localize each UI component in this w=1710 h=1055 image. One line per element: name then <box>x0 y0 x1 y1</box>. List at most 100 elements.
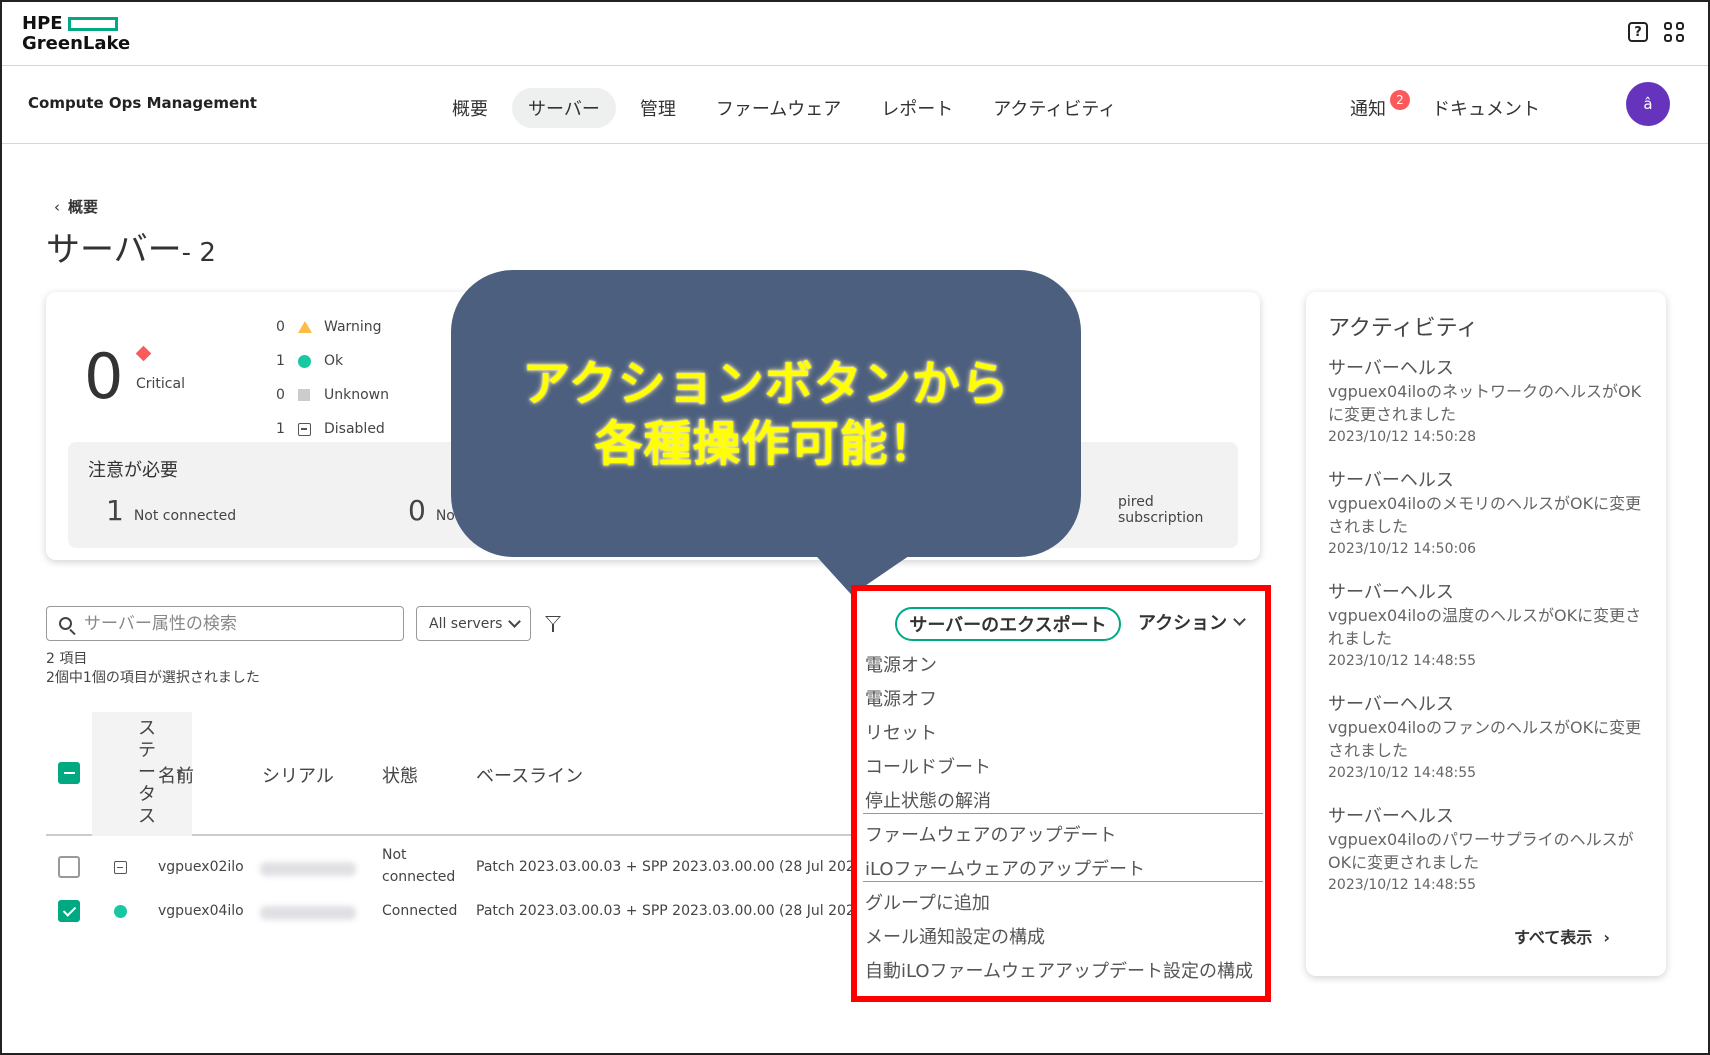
row-checkbox[interactable] <box>58 900 80 922</box>
attention-item-2[interactable]: 0 No <box>408 494 455 527</box>
menu-item-cold-boot[interactable]: コールドブート <box>865 753 991 779</box>
actions-dropdown-button[interactable]: アクション <box>1138 609 1246 635</box>
serial-redacted <box>260 862 356 876</box>
attention-not-connected[interactable]: 1 Not connected <box>106 494 236 527</box>
activity-panel: アクティビティ サーバーヘルス vgpuex04iloのネットワークのヘルスがO… <box>1306 292 1666 976</box>
user-avatar[interactable]: â <box>1626 82 1670 126</box>
status-count: 1 <box>276 353 285 369</box>
attention-label: pired subscription <box>1118 494 1204 526</box>
status-disabled[interactable]: 1 Disabled <box>276 412 389 446</box>
page-title: サーバー- 2 <box>46 222 216 271</box>
back-link[interactable]: ‹ 概要 <box>54 196 98 217</box>
row-checkbox[interactable] <box>58 856 80 878</box>
status-count: 0 <box>276 387 285 403</box>
status-unknown[interactable]: 0 Unknown <box>276 378 389 412</box>
activity-entry[interactable]: サーバーヘルス vgpuex04iloのパワーサプライのヘルスが OKに変更され… <box>1328 806 1648 896</box>
help-icon[interactable]: ? <box>1628 22 1648 42</box>
search-input[interactable] <box>84 613 384 634</box>
logo-line2: GreenLake <box>22 33 131 54</box>
search-box <box>46 606 404 641</box>
menu-item-reset[interactable]: リセット <box>865 719 937 745</box>
menu-item-add-to-group[interactable]: グループに追加 <box>865 889 990 915</box>
activity-entry[interactable]: サーバーヘルス vgpuex04iloの温度のヘルスがOKに変更さ れました 2… <box>1328 582 1648 672</box>
activity-entry[interactable]: サーバーヘルス vgpuex04iloのメモリのヘルスがOKに変更 されました … <box>1328 470 1648 560</box>
activity-timestamp: 2023/10/12 14:48:55 <box>1328 653 1477 669</box>
menu-item-power-off[interactable]: 電源オフ <box>865 685 937 711</box>
server-filter-select[interactable]: All servers <box>416 606 531 641</box>
serial-redacted <box>260 906 356 920</box>
critical-label: Critical <box>136 376 185 392</box>
activity-desc: vgpuex04iloのネットワークのヘルスがOK <box>1328 382 1642 401</box>
search-icon <box>59 617 72 630</box>
callout-line-1: アクションボタンから <box>522 355 1010 412</box>
column-header-baseline[interactable]: ベースライン <box>476 762 583 788</box>
activity-timestamp: 2023/10/12 14:48:55 <box>1328 765 1477 781</box>
status-count: 0 <box>276 319 285 335</box>
top-bar: HPE GreenLake ? <box>0 0 1710 66</box>
filter-icon-stem <box>552 624 554 632</box>
select-all-checkbox[interactable] <box>58 762 80 784</box>
logo-rectangle-icon <box>68 17 118 31</box>
export-servers-button[interactable]: サーバーのエクスポート <box>895 607 1121 641</box>
activity-desc: されました <box>1328 517 1409 536</box>
nav-tab-servers[interactable]: サーバー <box>512 88 616 128</box>
status-list: 0 Warning 1 Ok 0 Unknown 1 Disabled <box>276 310 389 446</box>
activity-timestamp: 2023/10/12 14:50:28 <box>1328 429 1477 445</box>
menu-separator <box>863 813 1263 814</box>
app-name[interactable]: Compute Ops Management <box>28 94 257 112</box>
notifications-badge: 2 <box>1390 90 1410 110</box>
menu-item-update-ilo-firmware[interactable]: iLOファームウェアのアップデート <box>865 855 1145 881</box>
documents-link[interactable]: ドキュメント <box>1432 95 1540 121</box>
column-header-name[interactable]: 名前 <box>158 762 194 788</box>
hpe-greenlake-logo[interactable]: HPE GreenLake <box>22 14 130 54</box>
nav-tab-overview[interactable]: 概要 <box>436 88 504 128</box>
attention-label: Not connected <box>133 508 237 524</box>
nav-tab-reports[interactable]: レポート <box>865 88 969 128</box>
status-ok[interactable]: 1 Ok <box>276 344 389 378</box>
status-label: Ok <box>324 353 344 369</box>
filter-value: All servers <box>429 615 503 632</box>
table-row[interactable]: vgpuex02ilo Not connected Patch 2023.03.… <box>46 846 852 890</box>
server-name[interactable]: vgpuex04ilo <box>158 903 244 919</box>
status-header-text: ス テ ー タ ス <box>138 718 156 827</box>
chevron-left-icon: ‹ <box>54 198 60 216</box>
nav-tab-manage[interactable]: 管理 <box>624 88 692 128</box>
show-all-label: すべて表示 <box>1514 928 1593 947</box>
notifications-label: 通知 <box>1350 99 1386 120</box>
server-state: Connected <box>382 903 458 919</box>
attention-count: 0 <box>408 494 426 527</box>
nav-tab-activity[interactable]: アクティビティ <box>977 88 1132 128</box>
menu-item-auto-ilo-update[interactable]: 自動iLOファームウェアアップデート設定の構成 <box>865 957 1253 983</box>
menu-item-power-on[interactable]: 電源オン <box>865 651 937 677</box>
item-count: 2 項目 2個中1個の項目が選択されました <box>46 650 260 688</box>
notifications-button[interactable]: 通知 2 <box>1340 88 1410 128</box>
apps-grid-icon[interactable] <box>1664 22 1684 42</box>
menu-item-update-firmware[interactable]: ファームウェアのアップデート <box>865 821 1116 847</box>
activity-desc: されました <box>1328 741 1409 760</box>
server-name[interactable]: vgpuex02ilo <box>158 859 244 875</box>
activity-entry[interactable]: サーバーヘルス vgpuex04iloのファンのヘルスがOKに変更 されました … <box>1328 694 1648 784</box>
status-label: Disabled <box>324 421 385 437</box>
annotation-callout: アクションボタンから 各種操作可能！ <box>451 270 1081 557</box>
attention-expired-subscription[interactable]: pired subscription <box>1118 494 1238 526</box>
status-warning[interactable]: 0 Warning <box>276 310 389 344</box>
nav-tab-firmware[interactable]: ファームウェア <box>700 88 857 128</box>
column-header-serial[interactable]: シリアル <box>262 762 334 788</box>
warning-icon <box>298 321 312 333</box>
activity-desc: vgpuex04iloのメモリのヘルスがOKに変更 <box>1328 494 1642 513</box>
menu-item-clear-halt[interactable]: 停止状態の解消 <box>865 787 991 813</box>
menu-separator <box>863 881 1263 882</box>
show-all-link[interactable]: すべて表示 › <box>1514 924 1610 948</box>
table-header: ス テ ー タ ス ↑ 名前 シリアル 状態 ベースライン <box>46 712 852 836</box>
attention-title: 注意が必要 <box>88 460 178 481</box>
column-header-state[interactable]: 状態 <box>382 762 418 788</box>
critical-icon <box>135 345 152 362</box>
menu-item-configure-email[interactable]: メール通知設定の構成 <box>865 923 1045 949</box>
disabled-icon <box>298 422 311 436</box>
table-row[interactable]: vgpuex04ilo Connected Patch 2023.03.00.0… <box>46 890 852 934</box>
activity-entry[interactable]: サーバーヘルス vgpuex04iloのネットワークのヘルスがOK に変更されま… <box>1328 358 1648 448</box>
ok-icon <box>114 905 127 918</box>
server-state: Not connected <box>382 847 456 885</box>
status-label: Unknown <box>324 387 389 403</box>
attention-count: 1 <box>106 494 124 527</box>
